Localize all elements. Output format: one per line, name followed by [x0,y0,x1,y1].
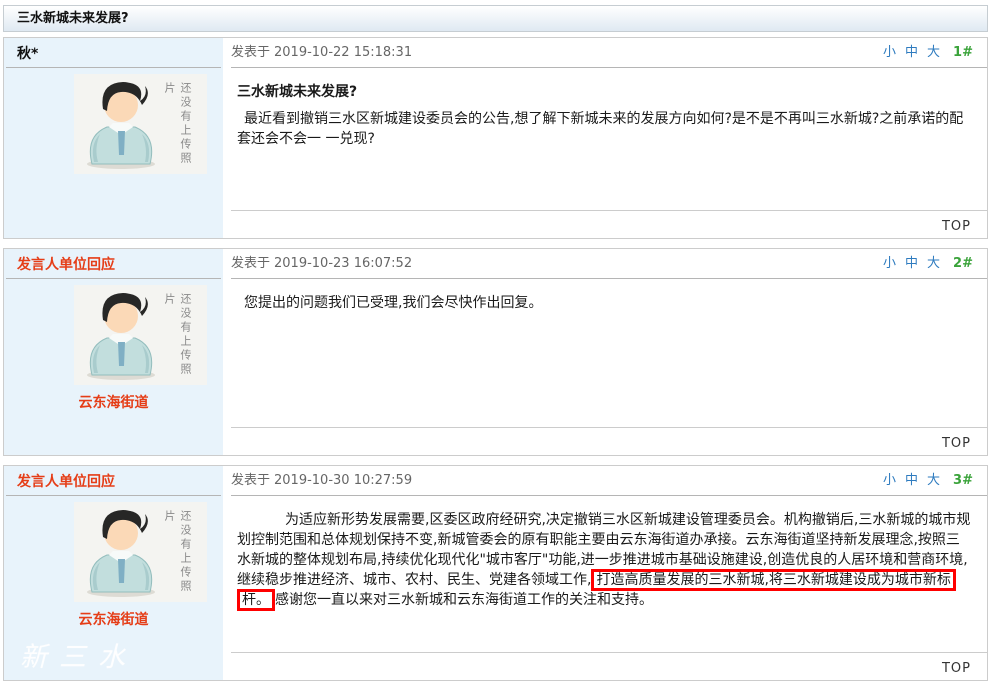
post-1-author-panel: 秋* 还没有上传照片 [4,38,223,238]
post-2-author-panel: 发言人单位回应 还没有上传照片 云东海街道 [4,249,223,455]
text-segment: 感谢您一直以来对三水新城和云东海街道工作的关注和支持。 [275,592,653,608]
avatar: 还没有上传照片 [74,74,207,174]
post-timestamp: 发表于2019-10-23 16:07:52 [231,249,412,278]
avatar-placeholder-text: 还没有上传照片 [161,510,193,602]
post-body-title: 三水新城未来发展? [237,82,973,102]
author-name: 发言人单位回应 [17,257,115,273]
font-size-large-link[interactable]: 大 [927,38,940,68]
post-text: 最近看到撤销三水区新城建设委员会的公告,想了解下新城未来的发展方向如何?是不是不… [237,109,973,149]
post-body: 为适应新形势发展需要,区委区政府经研究,决定撤销三水区新城建设管理委员会。机构撤… [231,496,987,652]
post-3-author-panel: 发言人单位回应 还没有上传照片 云东海街道 新三水 [4,466,223,680]
font-size-large-link[interactable]: 大 [927,249,940,279]
post-timestamp: 发表于2019-10-30 10:27:59 [231,466,412,495]
font-size-small-link[interactable]: 小 [883,249,896,279]
post-timestamp: 发表于2019-10-22 15:18:31 [231,38,412,67]
font-size-large-link[interactable]: 大 [927,466,940,496]
font-size-medium-link[interactable]: 中 [905,466,918,496]
avatar: 还没有上传照片 [74,502,207,602]
font-size-small-link[interactable]: 小 [883,38,896,68]
font-size-medium-link[interactable]: 中 [905,249,918,279]
unit-label: 云东海街道 [4,392,223,412]
post-3: 发言人单位回应 还没有上传照片 云东海街道 新三水 发表于2019-10-30 … [3,465,988,681]
author-name: 发言人单位回应 [17,474,115,490]
text-segment: 您提出的问题我们已受理,我们会尽快作出回复。 [244,295,542,311]
post-body: 您提出的问题我们已受理,我们会尽快作出回复。 [231,279,987,427]
text-segment: 最近看到撤销三水区新城建设委员会的公告,想了解下新城未来的发展方向如何?是不是不… [237,111,963,147]
post-body: 三水新城未来发展? 最近看到撤销三水区新城建设委员会的公告,想了解下新城未来的发… [231,68,987,210]
top-link[interactable]: TOP [942,661,971,676]
avatar-placeholder-text: 还没有上传照片 [161,293,193,385]
author-name: 秋* [17,46,38,62]
post-1: 秋* 还没有上传照片 发表于2019-10-22 15:18:31 小 [3,37,988,239]
unit-label: 云东海街道 [4,609,223,629]
avatar-placeholder-text: 还没有上传照片 [161,82,193,174]
floor-number: 1# [953,38,973,68]
top-link[interactable]: TOP [942,219,971,234]
post-text: 为适应新形势发展需要,区委区政府经研究,决定撤销三水区新城建设管理委员会。机构撤… [237,510,973,610]
avatar: 还没有上传照片 [74,285,207,385]
post-2: 发言人单位回应 还没有上传照片 云东海街道 发表于2019-10-23 16:0… [3,248,988,456]
post-text: 您提出的问题我们已受理,我们会尽快作出回复。 [237,293,973,313]
floor-number: 3# [953,466,973,496]
site-watermark: 新三水 [20,635,137,674]
font-size-medium-link[interactable]: 中 [905,38,918,68]
floor-number: 2# [953,249,973,279]
top-link[interactable]: TOP [942,436,971,451]
thread-title: 三水新城未来发展? [17,11,129,26]
thread-title-bar: 三水新城未来发展? [3,5,988,32]
font-size-small-link[interactable]: 小 [883,466,896,496]
